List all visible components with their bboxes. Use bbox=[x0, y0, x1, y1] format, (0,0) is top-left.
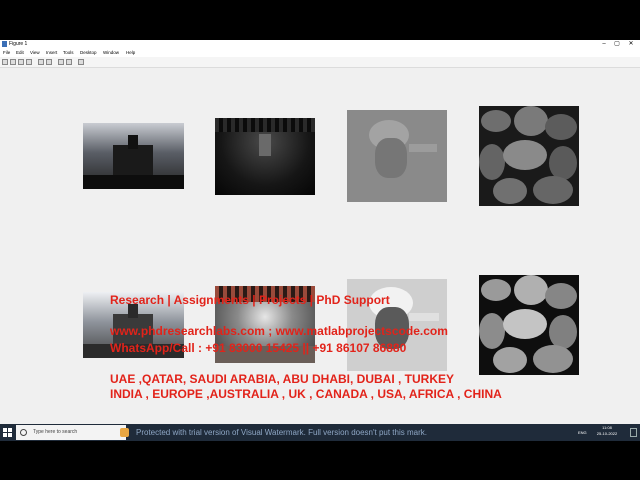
menu-file[interactable]: File bbox=[3, 49, 10, 57]
window-title: Figure 1 bbox=[9, 41, 28, 47]
property-editor-icon[interactable] bbox=[66, 59, 72, 65]
menu-insert[interactable]: Insert bbox=[46, 49, 57, 57]
menu-tools[interactable]: Tools bbox=[63, 49, 74, 57]
new-figure-icon[interactable] bbox=[2, 59, 8, 65]
image-coffee-enhanced bbox=[479, 275, 579, 375]
save-icon[interactable] bbox=[18, 59, 24, 65]
minimize-button[interactable]: – bbox=[597, 40, 611, 49]
close-button[interactable]: ✕ bbox=[624, 40, 638, 49]
screen: { "window": { "title": "Figure 1", "menu… bbox=[0, 0, 640, 480]
language-indicator[interactable]: ENG bbox=[578, 428, 587, 437]
menu-edit[interactable]: Edit bbox=[16, 49, 24, 57]
insert-legend-icon[interactable] bbox=[58, 59, 64, 65]
overlay-countries-2: INDIA , EUROPE ,AUSTRALIA , UK , CANADA … bbox=[110, 387, 502, 401]
overlay-services: Research | Assignments | Projects | PhD … bbox=[110, 293, 390, 307]
notification-icon[interactable] bbox=[630, 428, 637, 437]
menu-window[interactable]: Window bbox=[103, 49, 119, 57]
overlay-countries-1: UAE ,QATAR, SAUDI ARABIA, ABU DHABI, DUB… bbox=[110, 372, 454, 386]
menu-desktop[interactable]: Desktop bbox=[80, 49, 97, 57]
plot-tools-icon[interactable] bbox=[78, 59, 84, 65]
search-placeholder: Type here to search bbox=[33, 429, 78, 435]
clock-date: 25-10-2022 bbox=[596, 431, 618, 436]
matlab-figure-icon bbox=[2, 41, 7, 47]
clock[interactable]: 11:08 25-10-2022 bbox=[594, 425, 620, 437]
insert-colorbar-icon[interactable] bbox=[46, 59, 52, 65]
print-icon[interactable] bbox=[26, 59, 32, 65]
overlay-phone: WhatsApp/Call : +91 83000 15425 || +91 8… bbox=[110, 341, 407, 355]
open-file-icon[interactable] bbox=[10, 59, 16, 65]
taskbar-app-icon[interactable] bbox=[120, 428, 129, 437]
menu-help[interactable]: Help bbox=[126, 49, 135, 57]
menu-view[interactable]: View bbox=[30, 49, 40, 57]
figure-toolbar bbox=[0, 57, 640, 68]
search-icon bbox=[20, 429, 27, 436]
watermark-text: Protected with trial version of Visual W… bbox=[136, 428, 427, 437]
image-coffee-original bbox=[479, 106, 579, 206]
maximize-button[interactable]: ▢ bbox=[610, 40, 624, 49]
windows-start-icon[interactable] bbox=[3, 428, 12, 437]
title-bar bbox=[0, 40, 640, 49]
image-bridge-original bbox=[215, 118, 315, 195]
edit-plot-icon[interactable] bbox=[38, 59, 44, 65]
overlay-websites: www.phdresearchlabs.com ; www.matlabproj… bbox=[110, 324, 448, 338]
image-church-original bbox=[83, 123, 184, 189]
image-einstein-original bbox=[347, 110, 447, 202]
